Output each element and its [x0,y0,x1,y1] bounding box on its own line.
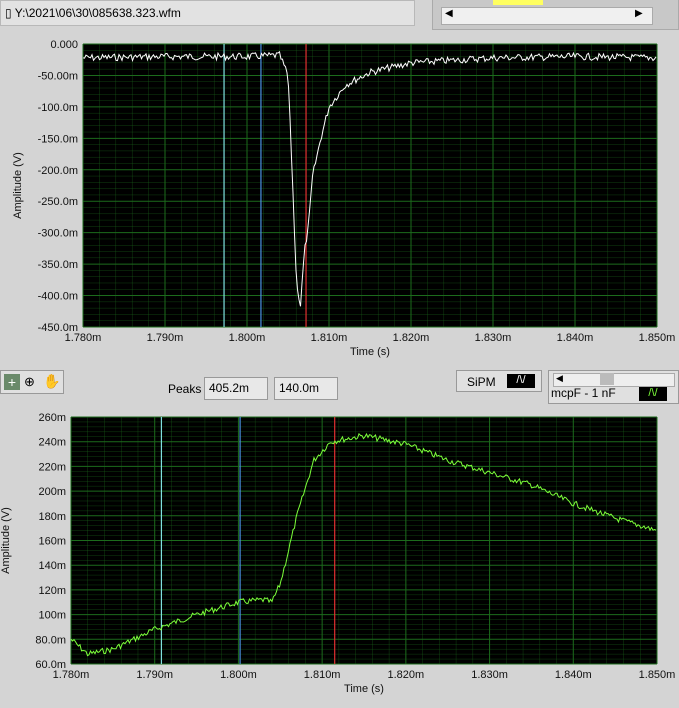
x-tick-label: 1.820m [388,669,425,681]
x-tick-label: 1.790m [136,669,173,681]
x-tick-label: 1.800m [229,332,266,344]
x-tick-label: 1.840m [555,669,592,681]
x-tick-label: 1.810m [304,669,341,681]
y-tick-label: 80.0m [35,634,66,646]
plot-legend-mcpf[interactable]: ◀ mcpF - 1 nF /\/ [548,370,679,404]
peaks-label: Peaks [168,382,202,396]
y-tick-label: -50.00m [38,70,78,82]
y-tick-label: -100.0m [38,102,78,114]
scroll-left-icon[interactable]: ◀ [445,8,453,19]
zoom-icon[interactable]: ⊕ [24,374,35,390]
legend-label: SiPM [467,375,496,389]
graph-palette: + ⊕ ✋ [0,370,64,394]
scroll-thumb[interactable] [600,373,614,385]
y-tick-label: -350.0m [38,259,78,271]
y-tick-label: -400.0m [38,291,78,303]
y-tick-label: 160m [38,536,66,548]
file-path-field[interactable]: ▯ Y:\2021\06\30\085638.323.wfm [0,0,415,26]
y-tick-label: 200m [38,486,66,498]
path-icon: ▯ [5,6,15,20]
line-style-icon: /\/ [507,374,535,388]
cursor-move-icon[interactable]: + [4,374,20,390]
y-tick-label: -450.0m [38,322,78,334]
plot-legend-sipm[interactable]: SiPM /\/ [456,370,542,392]
x-tick-label: 1.850m [639,332,676,344]
legend-scrollbar[interactable]: ◀ [553,373,675,387]
line-style-icon: /\/ [639,387,667,401]
y-tick-label: 100m [38,610,66,622]
scroll-left-icon[interactable]: ◀ [556,373,563,384]
waveform-graph-sipm[interactable]: 1.780m 1.790m 1.800m 1.810m 1.820m 1.830m 1.84… [0,32,679,368]
x-tick-label: 1.820m [393,332,430,344]
horizontal-scrollbar[interactable] [441,7,653,25]
x-axis-label: Time (s) [344,683,384,695]
y-tick-label: 180m [38,511,66,523]
x-tick-label: 1.800m [220,669,257,681]
peak-value-1: 405.2m [204,377,268,400]
x-axis-label: Time (s) [350,346,390,358]
y-axis-label: Amplitude (V) [12,152,24,219]
x-tick-label: 1.810m [311,332,348,344]
peak-value-2: 140.0m [274,377,338,400]
y-tick-label: 0.000 [50,39,78,51]
x-tick-label: 1.830m [475,332,512,344]
y-tick-label: 120m [38,585,66,597]
y-tick-label: 140m [38,560,66,572]
y-tick-label: -250.0m [38,196,78,208]
x-tick-label: 1.830m [471,669,508,681]
file-path-text: Y:\2021\06\30\085638.323.wfm [14,6,181,20]
legend-label: mcpF - 1 nF [551,386,616,400]
waveform-graph-mcpf[interactable]: 1.780m 1.790m 1.800m 1.810m 1.820m 1.830m 1.84… [0,405,679,708]
y-tick-label: 260m [38,412,66,424]
y-tick-label: 220m [38,461,66,473]
data-table[interactable]: ◀ ▶ [432,0,679,30]
y-tick-label: 60.0m [35,659,66,671]
x-tick-label: 1.790m [147,332,184,344]
y-tick-label: -200.0m [38,165,78,177]
scroll-right-icon[interactable]: ▶ [635,8,643,19]
x-tick-label: 1.840m [557,332,594,344]
plot-area [83,44,657,327]
pan-hand-icon[interactable]: ✋ [43,373,60,390]
y-tick-label: -150.0m [38,133,78,145]
y-tick-label: -300.0m [38,228,78,240]
x-tick-label: 1.850m [639,669,676,681]
y-axis-label: Amplitude (V) [0,507,12,574]
table-cell-highlight [493,0,543,5]
y-tick-label: 240m [38,437,66,449]
